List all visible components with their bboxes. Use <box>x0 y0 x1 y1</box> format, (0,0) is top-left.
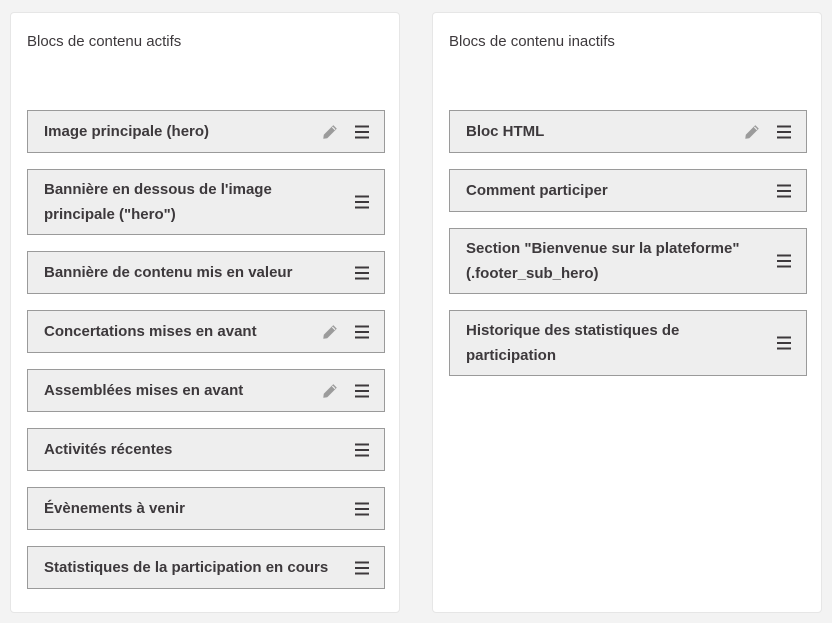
drag-handle-icon[interactable] <box>354 266 370 280</box>
content-block-label: Section "Bienvenue sur la plateforme" (.… <box>466 240 740 282</box>
active-blocks-title: Blocs de contenu actifs <box>27 33 182 50</box>
drag-handle-icon[interactable] <box>776 336 792 350</box>
content-block-actions <box>776 184 792 198</box>
content-block-item[interactable]: Historique des statistiques de participa… <box>449 310 807 376</box>
inactive-blocks-panel: Blocs de contenu inactifs Bloc HTML Comme… <box>432 12 822 613</box>
content-block-label: Bloc HTML <box>466 123 545 140</box>
content-block-actions <box>322 324 370 340</box>
content-block-actions <box>354 443 370 457</box>
content-block-label: Activités récentes <box>44 441 173 458</box>
content-block-label: Concertations mises en avant <box>44 323 257 340</box>
content-block-actions <box>354 266 370 280</box>
content-block-item[interactable]: Évènements à venir <box>27 487 385 530</box>
content-block-item[interactable]: Section "Bienvenue sur la plateforme" (.… <box>449 228 807 294</box>
content-block-actions <box>354 561 370 575</box>
content-block-label: Comment participer <box>466 182 608 199</box>
content-block-item[interactable]: Comment participer <box>449 169 807 212</box>
drag-handle-icon[interactable] <box>354 502 370 516</box>
content-block-item[interactable]: Bannière de contenu mis en valeur <box>27 251 385 294</box>
content-block-item[interactable]: Bloc HTML <box>449 110 807 153</box>
content-block-label: Historique des statistiques de participa… <box>466 322 680 364</box>
content-block-item[interactable]: Statistiques de la participation en cour… <box>27 546 385 589</box>
content-block-label: Évènements à venir <box>44 500 185 517</box>
pencil-icon[interactable] <box>322 383 338 399</box>
content-block-actions <box>354 195 370 209</box>
content-block-item[interactable]: Assemblées mises en avant <box>27 369 385 412</box>
content-block-label: Statistiques de la participation en cour… <box>44 559 329 576</box>
content-block-actions <box>322 124 370 140</box>
pencil-icon[interactable] <box>322 124 338 140</box>
drag-handle-icon[interactable] <box>776 125 792 139</box>
content-block-actions <box>354 502 370 516</box>
drag-handle-icon[interactable] <box>776 184 792 198</box>
content-block-label: Assemblées mises en avant <box>44 382 244 399</box>
content-block-item[interactable]: Concertations mises en avant <box>27 310 385 353</box>
pencil-icon[interactable] <box>744 124 760 140</box>
content-block-actions <box>744 124 792 140</box>
drag-handle-icon[interactable] <box>354 195 370 209</box>
content-block-item[interactable]: Activités récentes <box>27 428 385 471</box>
drag-handle-icon[interactable] <box>354 384 370 398</box>
active-blocks-list: Image principale (hero) Bannière en desso… <box>27 110 385 605</box>
content-block-label: Image principale (hero) <box>44 123 210 140</box>
pencil-icon[interactable] <box>322 324 338 340</box>
content-block-item[interactable]: Image principale (hero) <box>27 110 385 153</box>
content-block-item[interactable]: Bannière en dessous de l'image principal… <box>27 169 385 235</box>
content-block-actions <box>776 336 792 350</box>
drag-handle-icon[interactable] <box>354 443 370 457</box>
content-block-actions <box>322 383 370 399</box>
drag-handle-icon[interactable] <box>354 125 370 139</box>
content-block-actions <box>776 254 792 268</box>
content-block-label: Bannière en dessous de l'image principal… <box>44 181 272 223</box>
drag-handle-icon[interactable] <box>776 254 792 268</box>
content-block-label: Bannière de contenu mis en valeur <box>44 264 293 281</box>
inactive-blocks-list: Bloc HTML Comment participer Section "Bien… <box>449 110 807 392</box>
inactive-blocks-title: Blocs de contenu inactifs <box>449 33 615 50</box>
drag-handle-icon[interactable] <box>354 561 370 575</box>
active-blocks-panel: Blocs de contenu actifs Image principale… <box>10 12 400 613</box>
drag-handle-icon[interactable] <box>354 325 370 339</box>
